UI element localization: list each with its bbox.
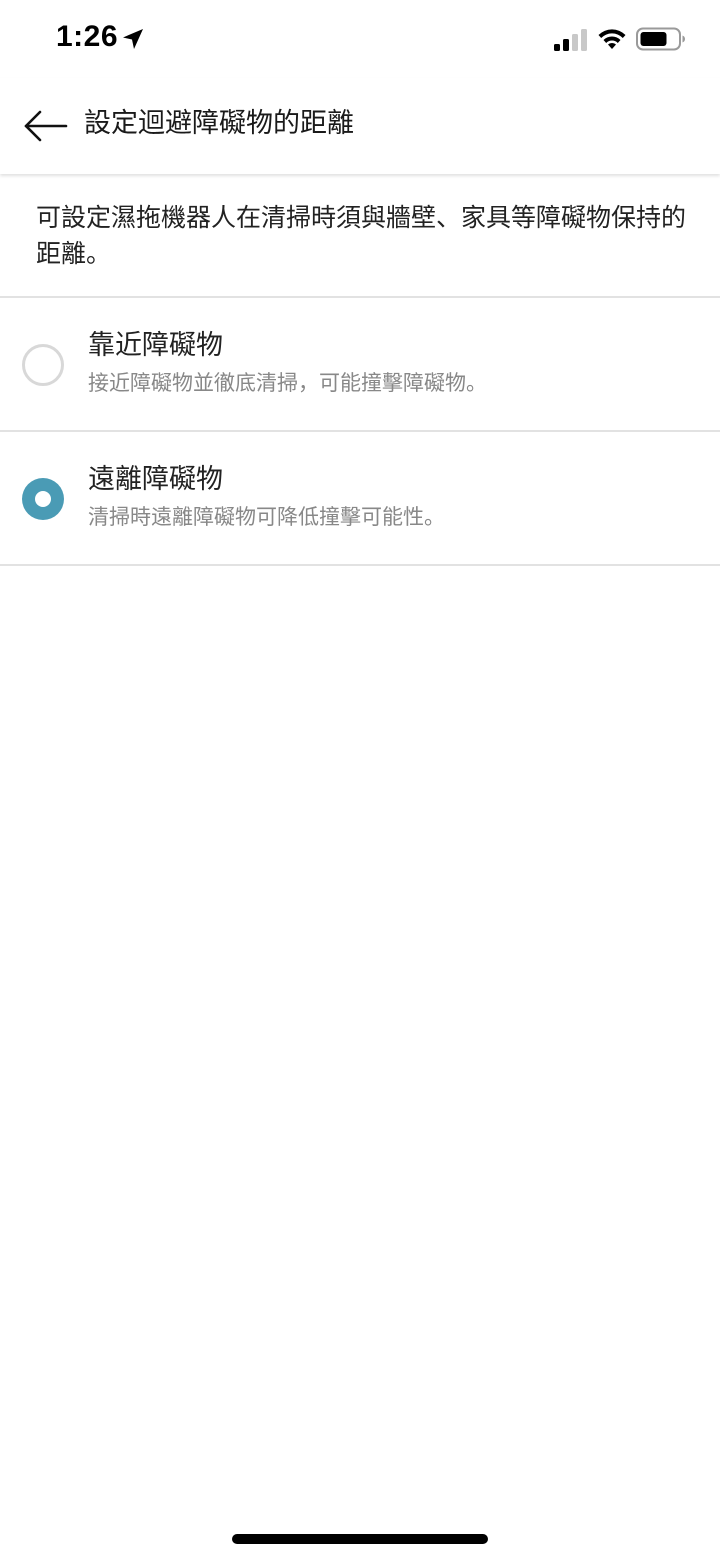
radio-button-unchecked[interactable]	[22, 344, 64, 386]
back-button[interactable]	[18, 102, 72, 150]
option-far-obstacle[interactable]: 遠離障礙物 清掃時遠離障礙物可降低撞擊可能性。	[0, 432, 720, 566]
home-indicator[interactable]	[232, 1534, 488, 1544]
back-arrow-icon	[24, 110, 68, 142]
status-time: 1:26	[56, 20, 119, 53]
status-bar: 1:26	[0, 0, 720, 78]
option-title: 遠離障礙物	[88, 464, 223, 495]
option-near-obstacle[interactable]: 靠近障礙物 接近障礙物並徹底清掃，可能撞擊障礙物。	[0, 298, 720, 432]
cellular-signal-icon	[554, 29, 587, 51]
description-text: 可設定濕拖機器人在清掃時須與牆壁、家具等障礙物保持的距離。	[36, 203, 687, 268]
option-description: 接近障礙物並徹底清掃，可能撞擊障礙物。	[88, 371, 487, 395]
description-section: 可設定濕拖機器人在清掃時須與牆壁、家具等障礙物保持的距離。	[0, 176, 720, 298]
screen: 1:26 設定迴避障礙物的距離 可設定濕拖機器人在清掃時須與牆壁、家具等障礙物保…	[0, 0, 720, 1558]
header: 設定迴避障礙物的距離	[0, 78, 720, 174]
location-arrow-icon	[123, 29, 143, 49]
battery-icon	[636, 27, 685, 51]
wifi-icon	[598, 29, 626, 49]
option-description: 清掃時遠離障礙物可降低撞擊可能性。	[88, 505, 445, 529]
page-title: 設定迴避障礙物的距離	[84, 108, 354, 139]
radio-button-checked[interactable]	[22, 478, 64, 520]
option-title: 靠近障礙物	[88, 330, 223, 361]
